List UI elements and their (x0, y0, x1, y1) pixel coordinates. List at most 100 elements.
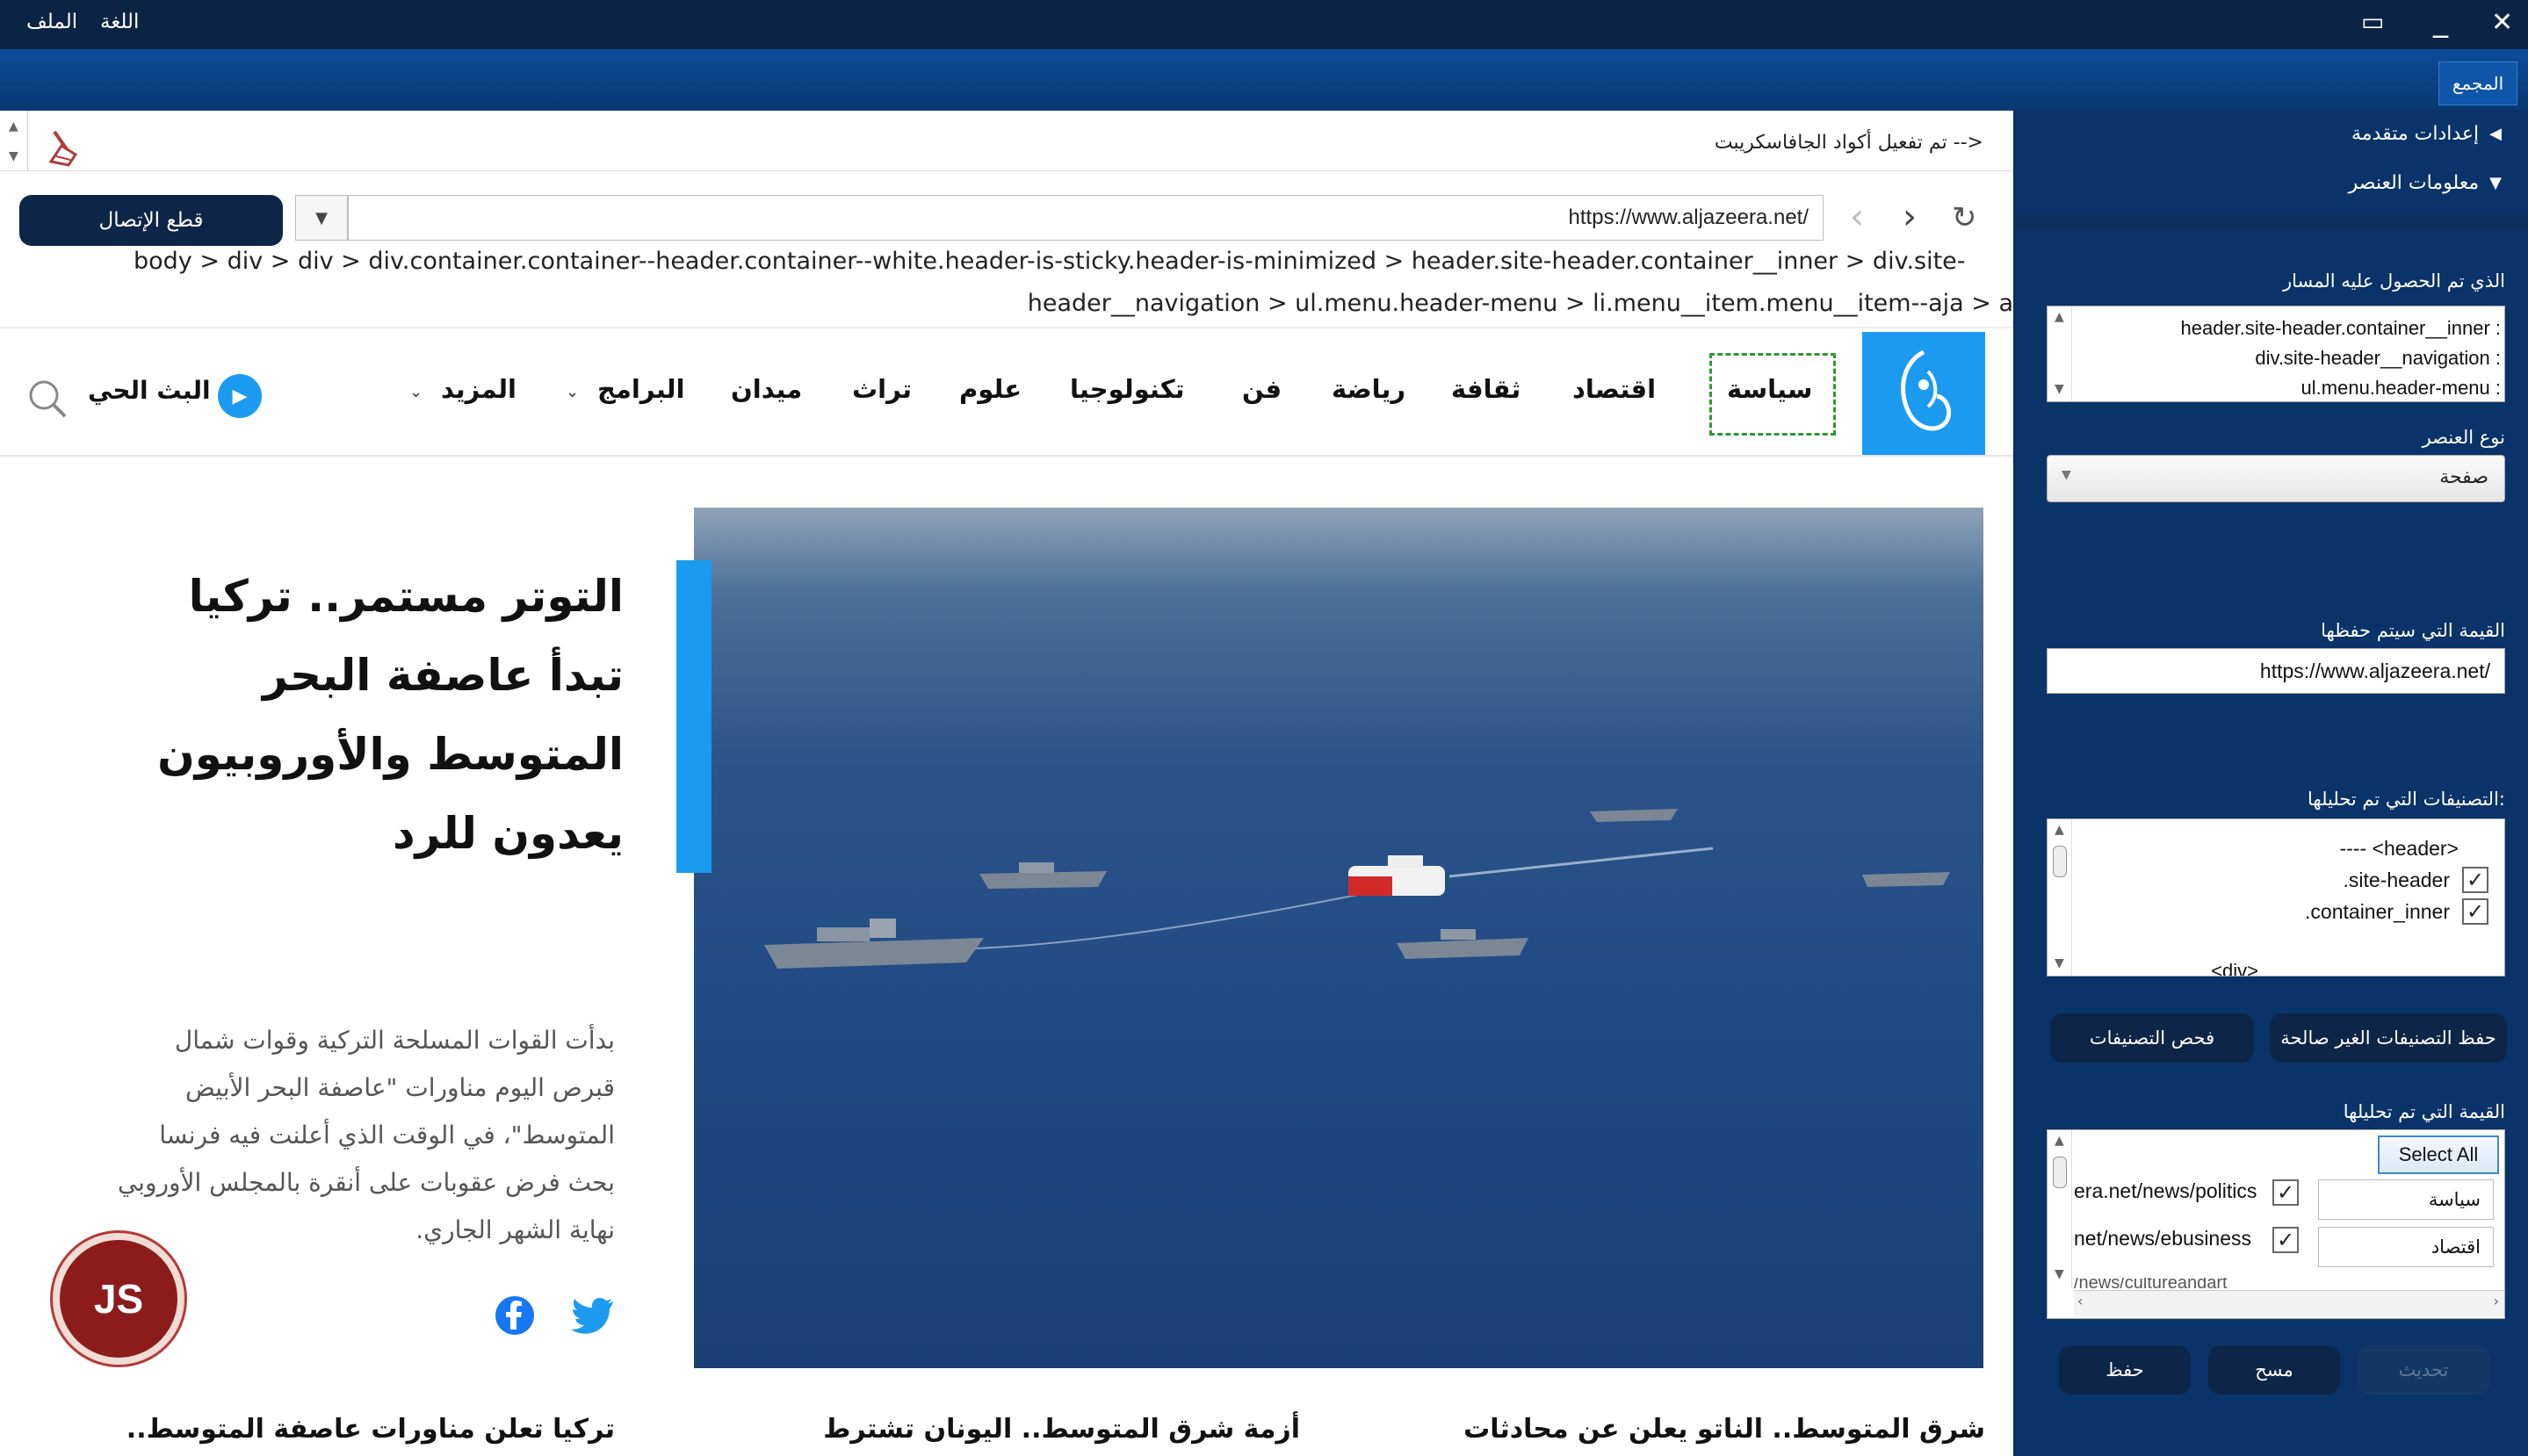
live-play-icon[interactable]: ▶ (218, 374, 262, 418)
save-button[interactable]: حفظ (2059, 1345, 2191, 1395)
update-button[interactable]: تحديث (2358, 1345, 2489, 1395)
bottom-headline-2[interactable]: أزمة شرق المتوسط.. اليونان تشترط (791, 1414, 1300, 1445)
nav-midan[interactable]: ميدان (731, 374, 802, 404)
disconnect-button[interactable]: قطع الإتصال (19, 195, 283, 246)
nav-technology[interactable]: تكنولوجيا (1070, 374, 1184, 404)
chevron-down-icon: ▼ (315, 208, 328, 227)
element-type-select[interactable]: ▼ صفحة (2047, 455, 2505, 502)
menu-language[interactable]: اللغة (100, 11, 139, 33)
select-all-button[interactable]: Select All (2378, 1135, 2499, 1174)
headline-accent-bar (676, 560, 711, 873)
values-scrollbar[interactable]: ▲ ▼ (2048, 1130, 2072, 1288)
advanced-settings-toggle[interactable]: ◀ إعدادات متقدمة (2351, 123, 2502, 145)
class-item-row[interactable]: .site-header ✓ (2344, 867, 2488, 893)
class-item: .container_inner (2305, 899, 2450, 923)
programs-chevron-icon: ⌄ (566, 383, 580, 401)
bottom-headline-1[interactable]: شرق المتوسط.. الناتو يعلن عن محادثات (1405, 1414, 1985, 1445)
value-url: net/news/ebusiness (2074, 1227, 2252, 1250)
element-type-value: صفحة (2439, 466, 2488, 488)
aljazeera-logo-icon (1901, 350, 1952, 431)
vertical-scrollbar[interactable]: ▲ ▼ (0, 111, 28, 170)
url-dropdown[interactable]: ▼ (295, 195, 348, 241)
twitter-icon[interactable] (571, 1296, 615, 1335)
value-checkbox[interactable]: ✓ (2272, 1227, 2299, 1253)
value-url: era.net/news/politics (2074, 1179, 2257, 1202)
classes-list[interactable]: ▲ ▼ ---- <header> .site-header ✓ .contain… (2047, 818, 2505, 977)
class-checkbox[interactable]: ✓ (2462, 867, 2488, 893)
facebook-icon[interactable] (494, 1294, 536, 1337)
nav-programs[interactable]: البرامج (597, 374, 685, 404)
title-bar: الملف اللغة ▭ _ ✕ (0, 0, 2528, 49)
breadcrumb-line-1: body > div > div > div.container.contain… (134, 248, 1966, 275)
save-invalid-classes-button[interactable]: حفظ التصنيفات الغير صالحة (2270, 1013, 2507, 1063)
class-item-row[interactable]: .container_inner ✓ (2305, 898, 2488, 925)
maximize-icon[interactable]: ▭ (2361, 7, 2384, 36)
nav-science[interactable]: علوم (959, 374, 1022, 404)
site-nav: سياسة اقتصاد ثقافة رياضة فن تكنولوجيا عل… (0, 365, 1836, 427)
menu-file[interactable]: الملف (26, 11, 77, 33)
hero-image[interactable] (694, 508, 1983, 1368)
element-info-label: معلومات العنصر (2348, 172, 2480, 194)
nav-sports[interactable]: رياضة (1332, 374, 1405, 404)
js-status: <-- تم تفعيل أكواد الجافاسكريبت (1714, 132, 1983, 154)
bottom-headline-3[interactable]: تركيا تعلن مناورات عاصفة المتوسط.. (105, 1414, 615, 1445)
nav-politics[interactable]: سياسة (1727, 374, 1812, 404)
advanced-settings-label: إعدادات متقدمة (2351, 123, 2480, 145)
class-item-overflow: <div> (2211, 960, 2258, 977)
nav-culture[interactable]: ثقافة (1451, 374, 1520, 404)
broom-icon[interactable] (46, 126, 86, 167)
breadcrumb-line-2: header__navigation > ul.menu.header-menu… (1027, 290, 2013, 317)
nav-art[interactable]: فن (1242, 374, 1282, 404)
forward-icon[interactable]: › (1903, 197, 1917, 237)
clear-button[interactable]: مسح (2208, 1345, 2340, 1395)
parsed-values-list[interactable]: ▲ ▼ Select All era.net/news/politics ✓ سي… (2047, 1129, 2505, 1319)
headline[interactable]: التوتر مستمر.. تركيا تبدأ عاصفة البحر ال… (105, 557, 624, 873)
more-chevron-icon: ⌄ (409, 383, 423, 401)
class-item: ---- <header> (2339, 837, 2459, 860)
nav-more[interactable]: المزيد (441, 374, 516, 404)
tab-collector[interactable]: المجمع (2438, 61, 2517, 105)
tab-bar: المجمع (0, 49, 2528, 111)
browser-pane: ▲ ▼ <-- تم تفعيل أكواد الجافاسكريبت قطع … (0, 111, 2015, 1456)
value-name-input[interactable]: سياسة (2318, 1179, 2494, 1220)
article-summary: بدأت القوات المسلحة التركية وقوات شمال ق… (117, 1026, 615, 1244)
classes-scrollbar[interactable]: ▲ ▼ (2048, 819, 2072, 976)
class-checkbox[interactable]: ✓ (2462, 898, 2488, 925)
back-icon[interactable]: ‹ (1850, 197, 1864, 237)
url-input[interactable]: https://www.aljazeera.net/ (348, 195, 1824, 241)
tab-label: المجمع (2452, 73, 2504, 94)
search-icon[interactable] (25, 376, 70, 422)
scroll-right-icon[interactable]: › (2494, 1293, 2499, 1309)
path-list[interactable]: ▲ ▼ header.site-header.container__inner :… (2047, 306, 2505, 402)
element-info-toggle[interactable]: ▼ معلومات العنصر (2349, 172, 2502, 194)
nav-heritage[interactable]: تراث (852, 374, 912, 404)
reload-icon[interactable]: ↻ (1952, 200, 1977, 235)
close-icon[interactable]: ✕ (2491, 7, 2513, 38)
value-checkbox[interactable]: ✓ (2272, 1179, 2299, 1206)
aljazeera-logo[interactable] (1862, 332, 1985, 455)
classes-label: :التصنيفات التي تم تحليلها (2308, 789, 2505, 810)
ships-illustration (764, 809, 1950, 969)
live-label[interactable]: البث الحي (88, 376, 211, 405)
type-label: نوع العنصر (2422, 427, 2505, 448)
js-badge-button[interactable]: JS (53, 1233, 184, 1365)
value-url-overflow: /news/cultureandart (2074, 1278, 2228, 1288)
minimize-icon[interactable]: _ (2433, 4, 2448, 39)
check-classes-button[interactable]: فحص التصنيفات (2050, 1013, 2254, 1063)
nav-economy[interactable]: اقتصاد (1572, 374, 1656, 404)
value-input[interactable]: https://www.aljazeera.net/ (2047, 648, 2505, 694)
path-label: الذي تم الحصول عليه المسار (2282, 270, 2505, 292)
path-scrollbar[interactable]: ▲ ▼ (2048, 306, 2072, 401)
values-hscrollbar[interactable]: ‹ › (2074, 1290, 2504, 1316)
triangle-down-icon: ▼ (2489, 174, 2502, 192)
triangle-left-icon: ◀ (2489, 125, 2502, 143)
path-item[interactable]: header.site-header.container__inner : (2181, 314, 2501, 343)
value-label: القيمة التي سيتم حفظها (2321, 620, 2505, 641)
element-panel: ◀ إعدادات متقدمة ▼ معلومات العنصر الذي ت… (2015, 111, 2528, 1456)
path-item[interactable]: div.site-header__navigation : (2181, 343, 2501, 373)
value-name-input[interactable]: اقتصاد (2318, 1227, 2494, 1267)
select-arrow-icon: ▼ (2062, 468, 2071, 482)
path-item[interactable]: ul.menu.header-menu : (2181, 373, 2501, 401)
parsed-values-label: القيمة التي تم تحليلها (2343, 1101, 2505, 1122)
scroll-left-icon: ‹ (2077, 1293, 2084, 1309)
